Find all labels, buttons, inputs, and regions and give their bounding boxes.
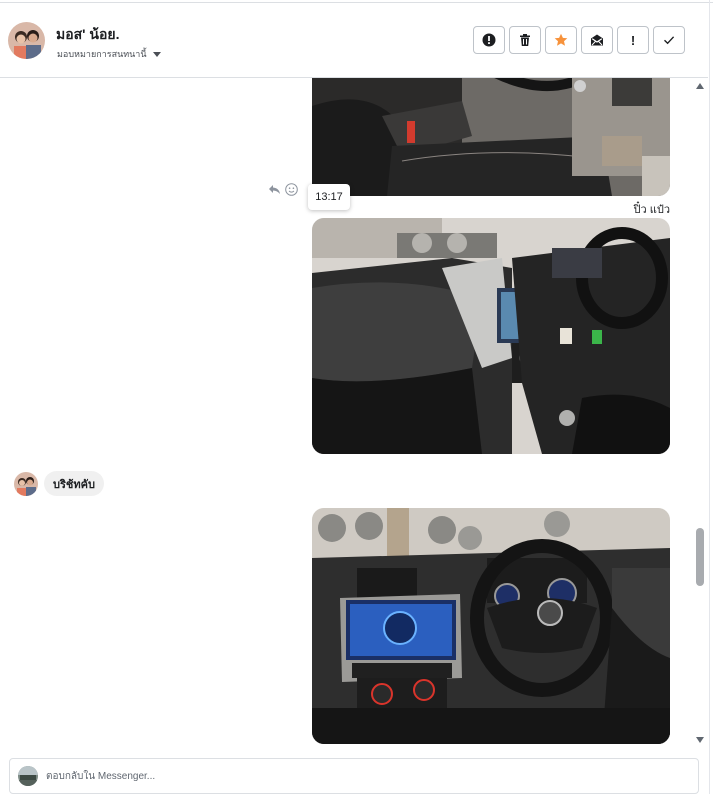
star-icon bbox=[554, 33, 568, 46]
alert-icon bbox=[482, 33, 496, 47]
emoji-icon[interactable] bbox=[285, 183, 298, 196]
scroll-down-arrow-icon[interactable] bbox=[696, 737, 704, 743]
trash-icon bbox=[520, 34, 530, 46]
reply-box[interactable] bbox=[9, 758, 699, 794]
reply-area bbox=[0, 750, 708, 794]
message-list[interactable]: 13:17 ปิ๋ว แป๋ว บริช้ทคับ bbox=[0, 78, 690, 750]
inbox-conversation: มอส' น้อย. มอบหมายการสนทนานี้ ! 13:17 ปิ… bbox=[0, 0, 713, 794]
star-button[interactable] bbox=[545, 26, 577, 54]
message-hover-actions bbox=[268, 183, 298, 196]
conversation-toolbar: ! bbox=[473, 26, 685, 54]
photo-attachment[interactable] bbox=[312, 508, 670, 744]
sender-label: ปิ๋ว แป๋ว bbox=[633, 204, 670, 216]
conversation-header: มอส' น้อย. มอบหมายการสนทนานี้ ! bbox=[0, 3, 708, 78]
reply-input[interactable] bbox=[46, 765, 686, 787]
delete-button[interactable] bbox=[509, 26, 541, 54]
contact-name[interactable]: มอส' น้อย. bbox=[56, 24, 119, 46]
assign-conversation-dropdown[interactable]: มอบหมายการสนทนานี้ bbox=[57, 47, 161, 61]
time-tooltip: 13:17 bbox=[308, 184, 350, 210]
panel-edge bbox=[709, 0, 710, 794]
check-icon bbox=[664, 36, 675, 45]
reply-icon[interactable] bbox=[268, 183, 281, 196]
scrollbar-thumb[interactable] bbox=[696, 528, 704, 586]
mark-unread-button[interactable] bbox=[581, 26, 613, 54]
spam-button[interactable] bbox=[473, 26, 505, 54]
assign-label: มอบหมายการสนทนานี้ bbox=[57, 49, 147, 59]
photo-attachment[interactable] bbox=[312, 218, 670, 454]
contact-avatar[interactable] bbox=[8, 22, 45, 59]
follow-up-button[interactable]: ! bbox=[617, 26, 649, 54]
caret-down-icon bbox=[152, 51, 161, 57]
exclamation-icon: ! bbox=[630, 32, 636, 48]
chat-scrollbar[interactable] bbox=[692, 78, 708, 748]
mail-icon bbox=[591, 34, 603, 46]
page-avatar bbox=[18, 766, 38, 786]
done-button[interactable] bbox=[653, 26, 685, 54]
scroll-up-arrow-icon[interactable] bbox=[696, 83, 704, 89]
sender-avatar[interactable] bbox=[14, 472, 38, 496]
incoming-message: บริช้ทคับ bbox=[44, 471, 104, 496]
photo-attachment[interactable] bbox=[312, 78, 670, 196]
